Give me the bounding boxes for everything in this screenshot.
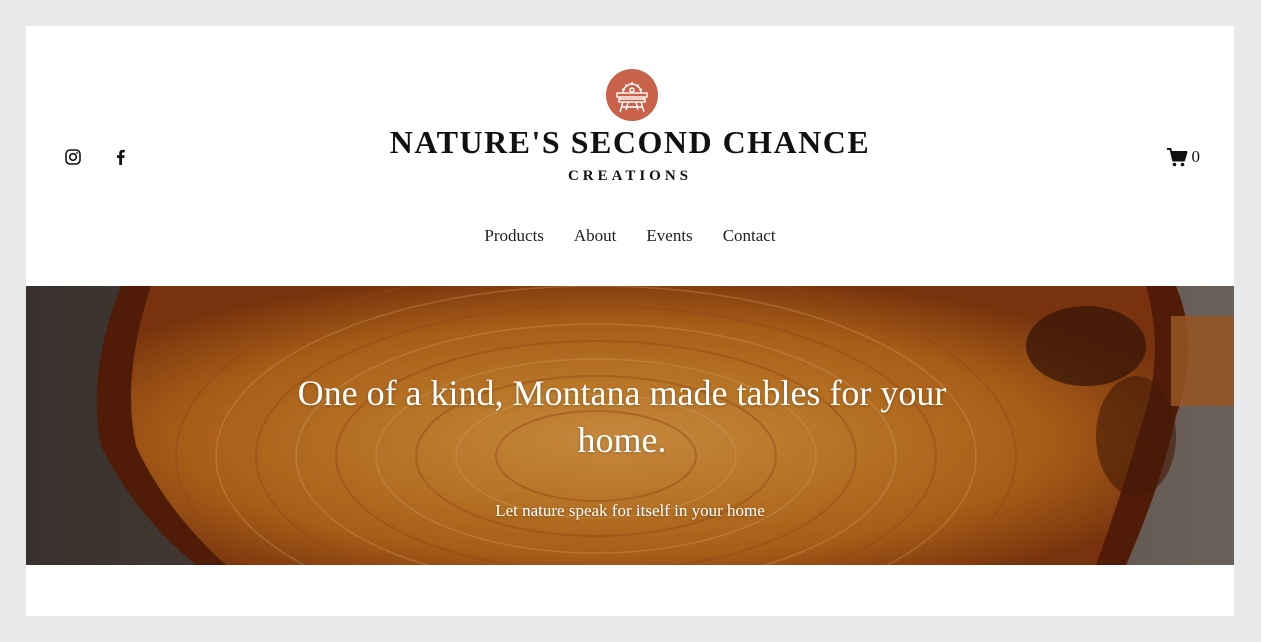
brand-subtitle: CREATIONS — [567, 168, 693, 184]
nav-item-events[interactable]: Events — [646, 226, 692, 246]
cart-count: 0 — [1191, 147, 1201, 166]
cart-icon — [1166, 146, 1188, 168]
nav-item-about[interactable]: About — [574, 226, 617, 246]
sawmill-badge-icon[interactable] — [606, 69, 658, 121]
nav-item-contact[interactable]: Contact — [723, 226, 776, 246]
nav-item-products[interactable]: Products — [484, 226, 544, 246]
hero-title: One of a kind, Montana made tables for y… — [297, 373, 947, 460]
hero-subtitle: Let nature speak for itself in your home — [495, 501, 765, 520]
page: NATURE'S SECOND CHANCE CREATIONS 0 Produ… — [26, 26, 1234, 616]
brand-title[interactable]: NATURE'S SECOND CHANCE — [26, 122, 1234, 162]
main-nav: Products About Events Contact — [26, 226, 1234, 246]
cart-button[interactable]: 0 — [1166, 146, 1201, 168]
hero-section: One of a kind, Montana made tables for y… — [26, 286, 1234, 565]
